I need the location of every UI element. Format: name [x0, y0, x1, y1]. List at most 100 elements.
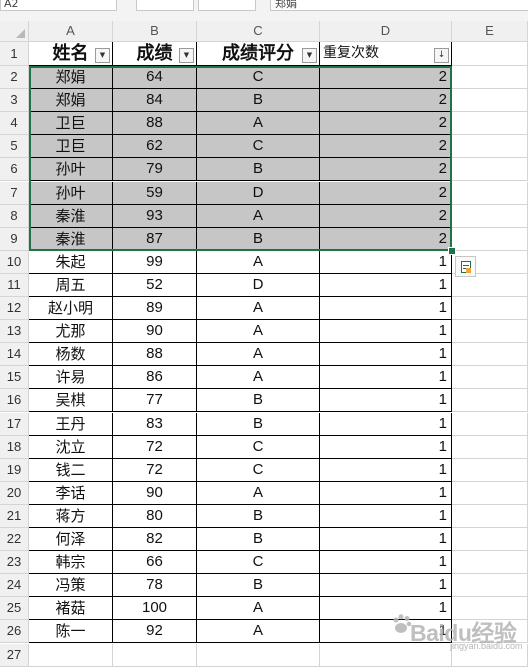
row-header-8[interactable]: 8 — [0, 205, 29, 228]
empty-cell[interactable] — [113, 644, 197, 667]
row-header-27[interactable]: 27 — [0, 644, 29, 667]
cell-score[interactable]: 72 — [113, 459, 197, 482]
cell-repeat[interactable]: 1 — [320, 482, 452, 505]
row-header-19[interactable]: 19 — [0, 459, 29, 482]
cell-score[interactable]: 88 — [113, 112, 197, 135]
cell-repeat[interactable]: 1 — [320, 274, 452, 297]
cell-name[interactable]: 朱起 — [29, 251, 113, 274]
cell-name[interactable]: 杨数 — [29, 343, 113, 366]
cell-repeat[interactable]: 1 — [320, 459, 452, 482]
cell-name[interactable]: 钱二 — [29, 459, 113, 482]
cell-score[interactable]: 80 — [113, 505, 197, 528]
cell-repeat[interactable]: 2 — [320, 112, 452, 135]
name-box[interactable]: A2 — [0, 0, 117, 11]
cell-grade[interactable]: B — [197, 389, 320, 412]
cell-repeat[interactable]: 1 — [320, 436, 452, 459]
cell-repeat[interactable]: 2 — [320, 135, 452, 158]
empty-cell[interactable] — [452, 459, 528, 482]
row-header-16[interactable]: 16 — [0, 389, 29, 412]
filter-dropdown-icon[interactable]: ▼ — [179, 48, 194, 63]
cell-name[interactable]: 赵小明 — [29, 297, 113, 320]
empty-cell[interactable] — [29, 644, 113, 667]
cell-name[interactable]: 卫巨 — [29, 135, 113, 158]
cell-grade[interactable]: A — [197, 320, 320, 343]
cell-score[interactable]: 77 — [113, 389, 197, 412]
cell-repeat[interactable]: 1 — [320, 251, 452, 274]
empty-cell[interactable] — [452, 42, 528, 66]
cell-name[interactable]: 韩宗 — [29, 551, 113, 574]
empty-cell[interactable] — [197, 644, 320, 667]
cell-grade[interactable]: A — [197, 251, 320, 274]
cell-grade[interactable]: B — [197, 228, 320, 251]
empty-cell[interactable] — [452, 158, 528, 181]
filter-dropdown-icon[interactable]: ▼ — [302, 48, 317, 63]
row-header-6[interactable]: 6 — [0, 158, 29, 181]
cell-repeat[interactable]: 2 — [320, 205, 452, 228]
cell-name[interactable]: 许易 — [29, 366, 113, 389]
cell-name[interactable]: 秦淮 — [29, 205, 113, 228]
cell-score[interactable]: 90 — [113, 482, 197, 505]
cell-score[interactable]: 66 — [113, 551, 197, 574]
formula-buttons-2[interactable] — [198, 0, 256, 11]
column-header-c[interactable]: C — [197, 21, 320, 42]
row-header-9[interactable]: 9 — [0, 228, 29, 251]
row-header-4[interactable]: 4 — [0, 112, 29, 135]
cell-repeat[interactable]: 1 — [320, 297, 452, 320]
column-header-e[interactable]: E — [452, 21, 528, 42]
empty-cell[interactable] — [452, 320, 528, 343]
empty-cell[interactable] — [452, 505, 528, 528]
cell-score[interactable]: 79 — [113, 158, 197, 181]
empty-cell[interactable] — [452, 297, 528, 320]
empty-cell[interactable] — [452, 528, 528, 551]
empty-cell[interactable] — [452, 89, 528, 112]
cell-score[interactable]: 87 — [113, 228, 197, 251]
empty-cell[interactable] — [452, 551, 528, 574]
fill-handle[interactable] — [448, 247, 456, 255]
cell-score[interactable]: 93 — [113, 205, 197, 228]
row-header-25[interactable]: 25 — [0, 597, 29, 620]
empty-cell[interactable] — [452, 135, 528, 158]
empty-cell[interactable] — [452, 228, 528, 251]
cell-repeat[interactable]: 2 — [320, 89, 452, 112]
cell-score[interactable]: 83 — [113, 413, 197, 436]
cell-name[interactable]: 孙叶 — [29, 182, 113, 205]
cell-repeat[interactable]: 1 — [320, 343, 452, 366]
cell-grade[interactable]: A — [197, 205, 320, 228]
row-header-11[interactable]: 11 — [0, 274, 29, 297]
row-header-24[interactable]: 24 — [0, 574, 29, 597]
cell-score[interactable]: 84 — [113, 89, 197, 112]
cell-score[interactable]: 89 — [113, 297, 197, 320]
row-header-3[interactable]: 3 — [0, 89, 29, 112]
row-header-2[interactable]: 2 — [0, 66, 29, 89]
cell-grade[interactable]: A — [197, 297, 320, 320]
cell-score[interactable]: 92 — [113, 620, 197, 643]
empty-cell[interactable] — [452, 574, 528, 597]
cell-name[interactable]: 郑娟 — [29, 89, 113, 112]
cell-repeat[interactable]: 1 — [320, 528, 452, 551]
cell-name[interactable]: 郑娟 — [29, 66, 113, 89]
row-header-21[interactable]: 21 — [0, 505, 29, 528]
empty-cell[interactable] — [452, 182, 528, 205]
sort-filter-icon[interactable]: ↓ — [434, 48, 449, 63]
formula-buttons[interactable] — [136, 0, 194, 11]
cell-grade[interactable]: C — [197, 66, 320, 89]
empty-cell[interactable] — [452, 205, 528, 228]
cell-repeat[interactable]: 1 — [320, 413, 452, 436]
cell-grade[interactable]: A — [197, 482, 320, 505]
cell-score[interactable]: 90 — [113, 320, 197, 343]
cell-grade[interactable]: A — [197, 620, 320, 643]
empty-cell[interactable] — [452, 343, 528, 366]
cell-score[interactable]: 62 — [113, 135, 197, 158]
row-header-23[interactable]: 23 — [0, 551, 29, 574]
cell-grade[interactable]: B — [197, 528, 320, 551]
cell-name[interactable]: 周五 — [29, 274, 113, 297]
cell-grade[interactable]: B — [197, 413, 320, 436]
cell-grade[interactable]: C — [197, 436, 320, 459]
empty-cell[interactable] — [452, 389, 528, 412]
row-header-12[interactable]: 12 — [0, 297, 29, 320]
cell-name[interactable]: 陈一 — [29, 620, 113, 643]
cell-score[interactable]: 99 — [113, 251, 197, 274]
cell-grade[interactable]: D — [197, 182, 320, 205]
cell-grade[interactable]: C — [197, 135, 320, 158]
row-header-1[interactable]: 1 — [0, 42, 29, 66]
